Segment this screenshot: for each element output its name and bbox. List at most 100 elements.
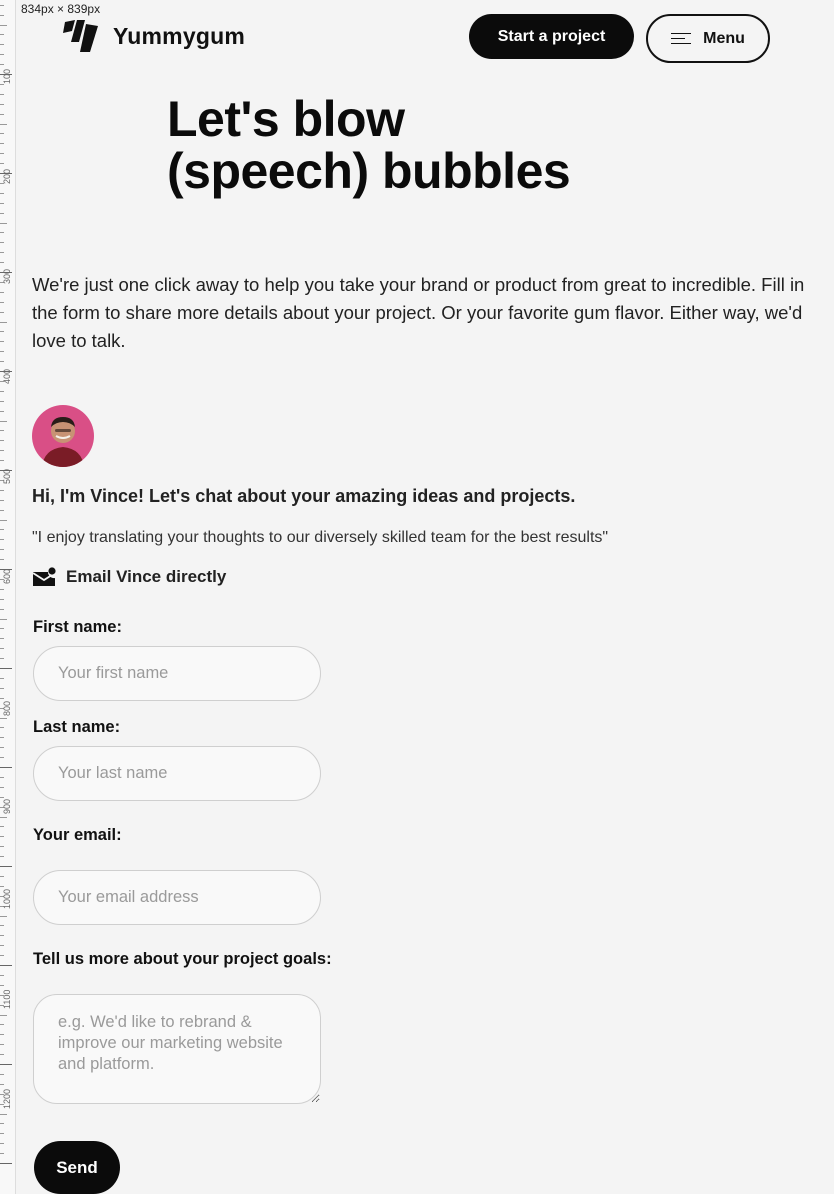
- ruler-tick: [0, 401, 4, 402]
- ruler-tick: [0, 153, 4, 154]
- ruler-tick: [0, 1153, 4, 1154]
- ruler-tick: [0, 262, 4, 263]
- page-title: Let's blow (speech) bubbles: [167, 93, 687, 197]
- email-vince-link[interactable]: Email Vince directly: [32, 567, 226, 587]
- ruler-tick: [0, 1084, 4, 1085]
- ruler-tick: [0, 965, 12, 966]
- ruler-tick: [0, 688, 4, 689]
- ruler-tick: [0, 292, 4, 293]
- ruler-tick: [0, 94, 4, 95]
- ruler-tick: [0, 331, 4, 332]
- ruler-tick: [0, 945, 4, 946]
- ruler-tick: [0, 787, 4, 788]
- ruler-tick: [0, 1143, 4, 1144]
- project-goals-textarea[interactable]: [33, 994, 321, 1104]
- site-header: Yummygum Start a project Menu: [0, 0, 834, 78]
- ruler-tick: [0, 312, 4, 313]
- menu-button[interactable]: Menu: [646, 14, 770, 63]
- ruler-tick: [0, 757, 4, 758]
- ruler-tick: [0, 718, 7, 719]
- ruler-tick: [0, 1064, 12, 1065]
- brand-name: Yummygum: [113, 22, 245, 49]
- ruler-tick: [0, 1123, 4, 1124]
- ruler-tick: [0, 638, 4, 639]
- ruler-tick: [0, 252, 4, 253]
- ruler-tick: [0, 163, 4, 164]
- ruler-tick: [0, 777, 4, 778]
- ruler-tick: [0, 213, 4, 214]
- page-title-line-1: Let's blow: [167, 91, 405, 147]
- ruler-tick: [0, 450, 4, 451]
- ruler-tick: [0, 391, 4, 392]
- ruler-label: 300: [2, 268, 12, 284]
- contact-quote: "I enjoy translating your thoughts to ou…: [32, 529, 609, 546]
- ruler-tick: [0, 817, 7, 818]
- ruler-tick: [0, 609, 4, 610]
- ruler-tick: [0, 223, 7, 224]
- ruler-tick: [0, 1015, 7, 1016]
- ruler-tick: [0, 589, 4, 590]
- ruler-tick: [0, 559, 4, 560]
- send-button[interactable]: Send: [34, 1141, 120, 1194]
- first-name-field[interactable]: [33, 646, 321, 701]
- ruler-tick: [0, 856, 4, 857]
- last-name-field[interactable]: [33, 746, 321, 801]
- vince-portrait-image: [32, 405, 94, 467]
- ruler-tick: [0, 975, 4, 976]
- ruler-tick: [0, 84, 4, 85]
- first-name-label: First name:: [33, 618, 122, 636]
- last-name-label: Last name:: [33, 718, 121, 736]
- ruler-tick: [0, 520, 7, 521]
- ruler-tick: [0, 866, 12, 867]
- ruler-tick: [0, 430, 4, 431]
- email-label: Your email:: [33, 826, 122, 844]
- ruler-tick: [0, 1074, 4, 1075]
- ruler-tick: [0, 628, 4, 629]
- ruler-tick: [0, 460, 4, 461]
- page-title-line-2: (speech) bubbles: [167, 143, 571, 199]
- ruler-label: 500: [2, 468, 12, 484]
- ruler-label: 200: [2, 168, 12, 184]
- ruler-tick: [0, 737, 4, 738]
- ruler-tick: [0, 925, 4, 926]
- ruler-tick: [0, 886, 4, 887]
- ruler-tick: [0, 539, 4, 540]
- ruler-label: 800: [2, 700, 12, 716]
- ruler-tick: [0, 193, 4, 194]
- ruler-tick: [0, 876, 4, 877]
- ruler-tick: [0, 1163, 12, 1164]
- ruler-tick: [0, 836, 4, 837]
- viewport-size-label: 834px × 839px: [18, 2, 104, 16]
- ruler-tick: [0, 935, 4, 936]
- ruler-tick: [0, 351, 4, 352]
- menu-label: Menu: [703, 29, 745, 47]
- mail-notification-icon: [32, 567, 56, 586]
- ruler-tick: [0, 955, 4, 956]
- ruler-tick: [0, 1133, 4, 1134]
- contact-greeting: Hi, I'm Vince! Let's chat about your ama…: [32, 486, 576, 506]
- ruler-tick: [0, 361, 4, 362]
- avatar: [32, 405, 94, 467]
- yummygum-logo-icon: [63, 20, 98, 52]
- ruler-label: 900: [2, 798, 12, 814]
- ruler-tick: [0, 1044, 4, 1045]
- project-goals-label: Tell us more about your project goals:: [33, 950, 332, 968]
- ruler-tick: [0, 1024, 4, 1025]
- ruler-tick: [0, 490, 4, 491]
- start-project-button[interactable]: Start a project: [469, 14, 634, 59]
- ruler-label: 400: [2, 368, 12, 384]
- ruler-tick: [0, 826, 4, 827]
- ruler-tick: [0, 1034, 4, 1035]
- ruler-tick: [0, 767, 12, 768]
- ruler-tick: [0, 846, 4, 847]
- ruler-tick: [0, 1054, 4, 1055]
- ruler-tick: [0, 658, 4, 659]
- ruler-tick: [0, 599, 4, 600]
- ruler-tick: [0, 203, 4, 204]
- email-field[interactable]: [33, 870, 321, 925]
- ruler-tick: [0, 916, 7, 917]
- ruler-label: 1100: [2, 989, 12, 1009]
- ruler-tick: [0, 124, 7, 125]
- ruler-tick: [0, 421, 7, 422]
- logo-link[interactable]: Yummygum: [62, 18, 245, 54]
